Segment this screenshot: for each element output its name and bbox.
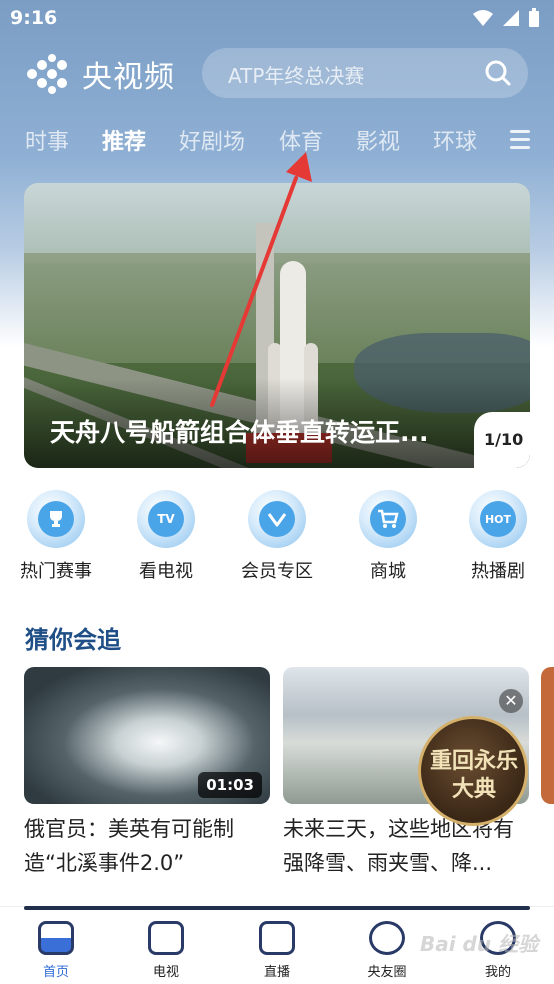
category-watch-tv[interactable]: TV 看电视 — [116, 490, 216, 583]
tv-badge: TV — [148, 501, 184, 537]
hero-counter-text: 1/10 — [484, 430, 524, 449]
nav-label: 电视 — [152, 965, 179, 980]
hero-sky — [24, 183, 530, 263]
battery-icon — [529, 8, 539, 27]
nav-home[interactable]: 首页 — [16, 921, 96, 980]
cart-icon — [359, 490, 417, 548]
nav-label: 直播 — [263, 965, 290, 980]
search-icon[interactable] — [484, 59, 512, 87]
nav-tv[interactable]: 电视 — [126, 921, 206, 980]
category-label: 热门赛事 — [20, 561, 92, 582]
nav-live[interactable]: 直播 — [237, 921, 317, 980]
home-icon — [38, 921, 74, 955]
menu-icon[interactable] — [510, 130, 530, 150]
category-vip[interactable]: 会员专区 — [227, 490, 327, 583]
category-hot-events[interactable]: 热门赛事 — [6, 490, 106, 583]
video-thumbnail: 01:03 — [24, 667, 270, 804]
nav-label: 央友圈 — [367, 965, 407, 980]
trophy-icon — [27, 490, 85, 548]
status-icons — [472, 8, 540, 28]
promo-badge-text: 重回永乐大典 — [429, 748, 518, 802]
next-card-strip — [24, 906, 530, 910]
status-bar: 9:16 — [0, 0, 554, 38]
tv-icon: TV — [137, 490, 195, 548]
tab-huanqiu[interactable]: 环球 — [433, 124, 477, 156]
watermark: Bai du 经验 — [420, 932, 539, 956]
video-card[interactable]: 01:03 俄官员：美英有可能制造“北溪事件2.0” — [24, 667, 270, 880]
wifi-icon — [473, 10, 493, 26]
tab-yingshi[interactable]: 影视 — [356, 124, 400, 156]
live-icon — [259, 921, 295, 955]
hero-banner[interactable]: 天舟八号船箭组合体垂直转运正... 1/10 — [24, 183, 530, 468]
category-label: 热播剧 — [471, 561, 525, 582]
section-title: 猜你会追 — [25, 626, 121, 654]
tv-icon — [148, 921, 184, 955]
search-placeholder: ATP年终总决赛 — [228, 64, 365, 88]
nav-label: 首页 — [42, 965, 69, 980]
nav-label: 我的 — [484, 965, 511, 980]
tab-haojuchang[interactable]: 好剧场 — [179, 124, 245, 156]
close-icon[interactable]: ✕ — [499, 689, 523, 713]
tab-tuijian[interactable]: 推荐 — [102, 124, 146, 156]
category-mall[interactable]: 商城 — [338, 490, 438, 583]
next-card-peek[interactable] — [541, 667, 554, 804]
category-hot-drama[interactable]: HOT 热播剧 — [448, 490, 548, 583]
compass-icon — [369, 921, 405, 955]
video-title: 俄官员：美英有可能制造“北溪事件2.0” — [24, 817, 234, 875]
app-header: 央视频 ATP年终总决赛 — [0, 46, 554, 102]
channel-tabs: 时事 推荐 好剧场 体育 影视 环球 — [0, 118, 554, 162]
category-shortcuts: 热门赛事 TV 看电视 会员专区 商城 HOT 热播剧 — [0, 490, 554, 590]
promo-badge[interactable]: 重回永乐大典 — [418, 716, 528, 826]
category-label: 商城 — [370, 561, 406, 582]
app-title: 央视频 — [82, 60, 175, 95]
video-duration: 01:03 — [198, 772, 262, 798]
tab-tiyu[interactable]: 体育 — [279, 124, 323, 156]
vip-icon — [248, 490, 306, 548]
hero-counter: 1/10 — [474, 412, 530, 468]
search-bar[interactable]: ATP年终总决赛 — [202, 48, 528, 98]
cctv-logo-icon — [27, 54, 67, 94]
tab-shishi[interactable]: 时事 — [25, 124, 69, 156]
hot-icon: HOT — [469, 490, 527, 548]
category-label: 会员专区 — [241, 561, 313, 582]
hot-badge: HOT — [480, 501, 516, 537]
category-label: 看电视 — [139, 561, 193, 582]
status-time: 9:16 — [10, 7, 58, 29]
signal-icon — [503, 10, 519, 26]
hero-caption: 天舟八号船箭组合体垂直转运正... — [50, 418, 429, 447]
nav-circle[interactable]: 央友圈 — [347, 921, 427, 980]
